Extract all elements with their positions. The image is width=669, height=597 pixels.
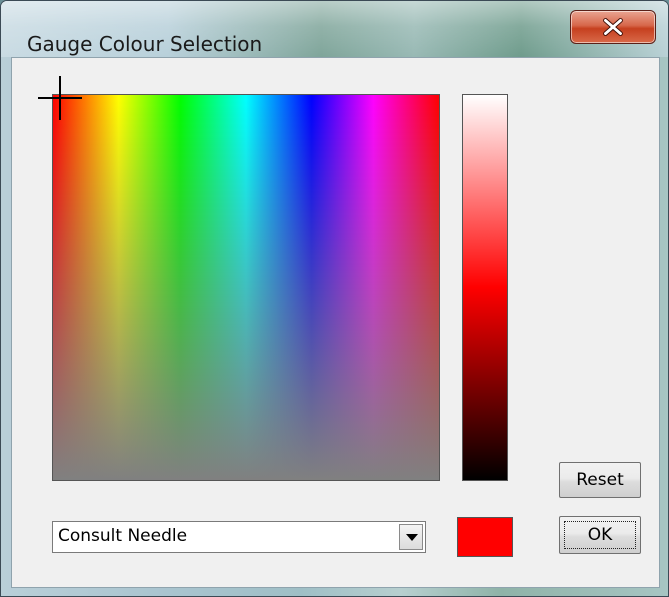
hue-saturation-spectrum[interactable] — [52, 94, 440, 481]
ok-button-label: OK — [587, 525, 613, 545]
luminance-slider[interactable] — [462, 94, 508, 481]
chevron-down-icon — [406, 534, 418, 541]
needle-dropdown[interactable]: Consult Needle — [52, 521, 426, 553]
close-icon — [603, 18, 623, 36]
dropdown-value: Consult Needle — [58, 526, 188, 546]
dialog-client-area: Reset Consult Needle OK — [11, 57, 660, 588]
ok-button[interactable]: OK — [559, 516, 641, 554]
dropdown-arrow-button[interactable] — [399, 524, 423, 550]
close-button[interactable] — [570, 10, 656, 44]
color-preview-swatch — [457, 517, 513, 557]
window-title: Gauge Colour Selection — [27, 32, 263, 56]
reset-button[interactable]: Reset — [559, 462, 641, 498]
dialog-window: Gauge Colour Selection Reset Consult Nee… — [0, 0, 669, 597]
title-bar[interactable]: Gauge Colour Selection — [1, 1, 668, 57]
